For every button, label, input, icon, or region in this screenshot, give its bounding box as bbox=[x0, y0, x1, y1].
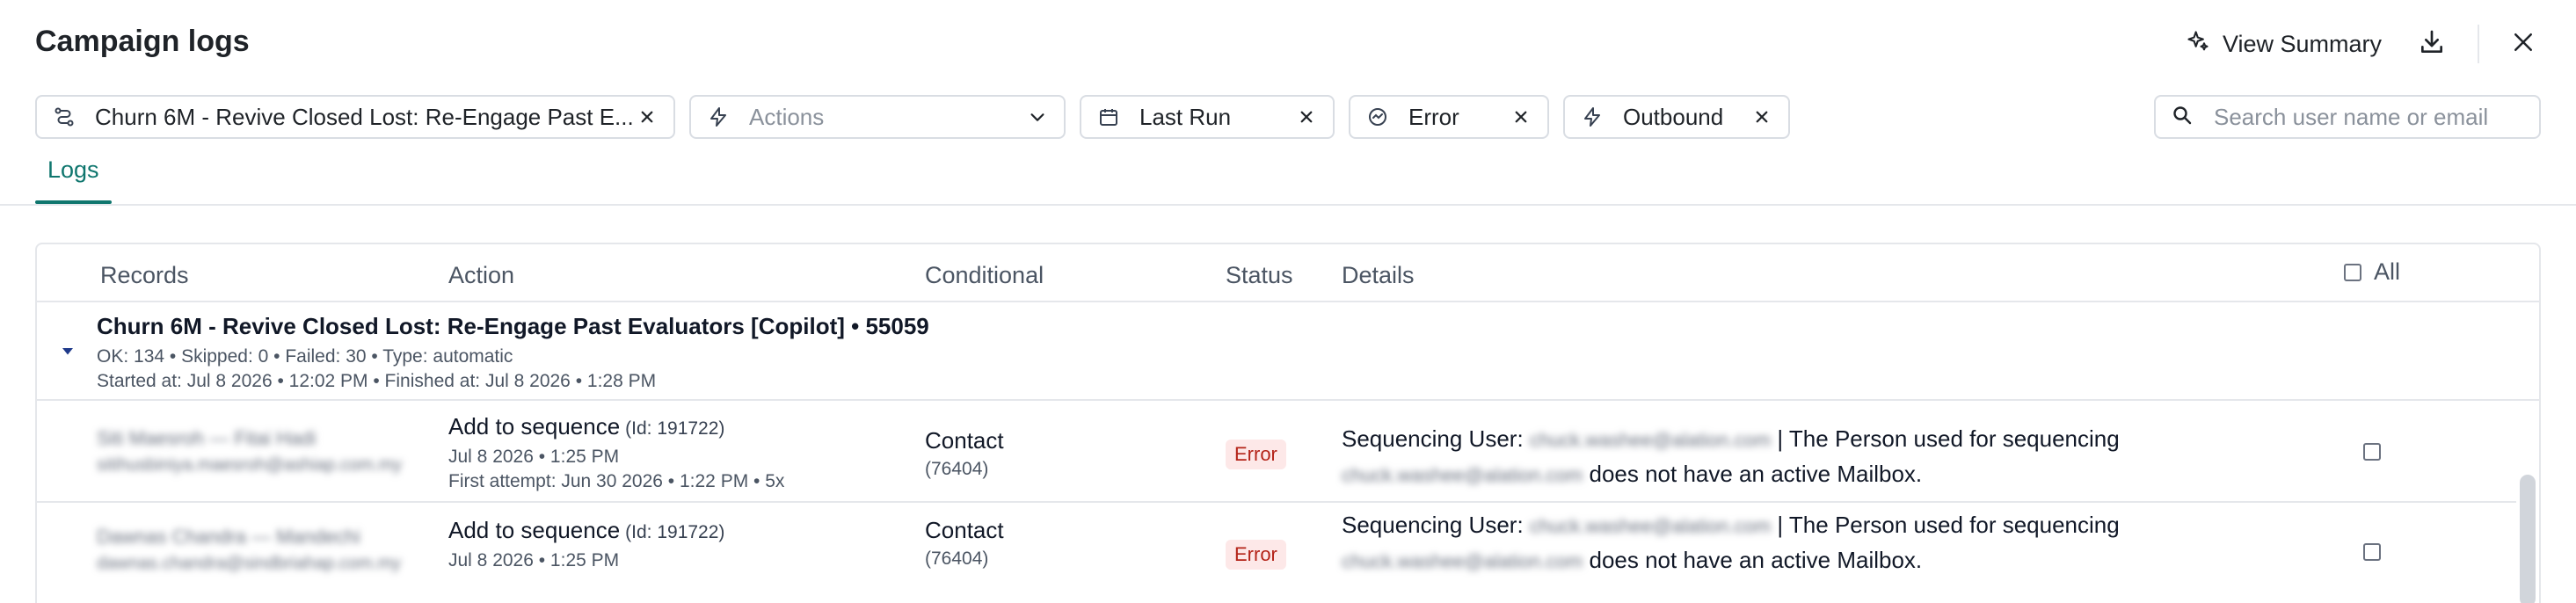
clear-run-icon[interactable] bbox=[1296, 106, 1317, 127]
actions-placeholder: Actions bbox=[749, 103, 825, 130]
action-name: Add to sequence bbox=[448, 517, 621, 543]
header-records: Records bbox=[100, 262, 189, 288]
record-email: dawnas.chandra@sindbriahap.com.my bbox=[97, 554, 402, 573]
header-divider bbox=[2478, 25, 2479, 63]
calendar-icon bbox=[1097, 105, 1120, 128]
run-filter-value: Last Run bbox=[1139, 103, 1232, 130]
status-filter-value: Error bbox=[1408, 103, 1459, 130]
table-row: Siti Maesroh — Fitai Hadi sitihusbiniya.… bbox=[37, 401, 2516, 503]
logs-table: Records Action Conditional Status Detail… bbox=[35, 243, 2541, 603]
details-mid: | The Person used for sequencing bbox=[1777, 425, 2120, 452]
modal-header: Campaign logs View Summary bbox=[0, 0, 2576, 88]
first-attempt: First attempt: Jun 30 2026 • 1:22 PM • 5… bbox=[448, 471, 785, 491]
direction-filter-value: Outbound bbox=[1623, 103, 1724, 130]
gauge-icon bbox=[1366, 105, 1389, 128]
search-input[interactable] bbox=[2214, 103, 2523, 131]
record-name: Dawnas Chandra — Mandechi bbox=[97, 526, 360, 548]
download-button[interactable] bbox=[2412, 25, 2451, 63]
header-action: Action bbox=[448, 262, 515, 288]
campaign-filter[interactable]: Churn 6M - Revive Closed Lost: Re-Engage… bbox=[35, 95, 675, 139]
details-prefix: Sequencing User: bbox=[1342, 425, 1524, 452]
action-date: Jul 8 2026 • 1:25 PM bbox=[448, 447, 620, 467]
vertical-scrollbar[interactable] bbox=[2520, 475, 2536, 603]
header-conditional: Conditional bbox=[925, 262, 1044, 288]
conditional-id: (76404) bbox=[925, 549, 989, 569]
close-icon bbox=[2510, 29, 2536, 60]
clear-status-icon[interactable] bbox=[1510, 106, 1532, 127]
sparkles-icon bbox=[2186, 29, 2210, 60]
details-text: Sequencing User: chuck.washee@alation.co… bbox=[1342, 508, 2203, 578]
conditional-id: (76404) bbox=[925, 459, 989, 479]
status-filter[interactable]: Error bbox=[1349, 95, 1549, 139]
select-all[interactable]: All bbox=[2344, 258, 2400, 286]
details-suffix: does not have an active Mailbox. bbox=[1589, 461, 1923, 487]
action-cell: Add to sequence (Id: 191722) bbox=[448, 413, 724, 440]
tab-logs[interactable]: Logs bbox=[35, 156, 112, 204]
record-email: sitihusbiniya.maesroh@ashiap.com.my bbox=[97, 455, 403, 475]
download-icon bbox=[2418, 28, 2446, 61]
caret-down-icon[interactable] bbox=[58, 341, 77, 360]
details-mid: | The Person used for sequencing bbox=[1777, 512, 2120, 538]
group-times: Started at: Jul 8 2026 • 12:02 PM • Fini… bbox=[97, 371, 657, 391]
table-row: Dawnas Chandra — Mandechi dawnas.chandra… bbox=[37, 503, 2516, 603]
tabs-divider bbox=[0, 204, 2576, 206]
conditional-type: Contact bbox=[925, 427, 1004, 454]
action-date: Jul 8 2026 • 1:25 PM bbox=[448, 550, 620, 570]
campaign-group-row: Churn 6M - Revive Closed Lost: Re-Engage… bbox=[37, 302, 2539, 401]
row-checkbox[interactable] bbox=[2363, 443, 2381, 461]
status-badge: Error bbox=[1226, 440, 1286, 469]
table-header: Records Action Conditional Status Detail… bbox=[37, 244, 2539, 302]
row-checkbox[interactable] bbox=[2363, 543, 2381, 561]
run-filter[interactable]: Last Run bbox=[1080, 95, 1335, 139]
view-summary-label: View Summary bbox=[2223, 30, 2383, 57]
page-title: Campaign logs bbox=[35, 25, 250, 58]
action-cell: Add to sequence (Id: 191722) bbox=[448, 517, 724, 544]
action-id: (Id: 191722) bbox=[625, 522, 725, 542]
search-box[interactable] bbox=[2154, 95, 2541, 139]
actions-select[interactable]: Actions bbox=[689, 95, 1066, 139]
direction-filter[interactable]: Outbound bbox=[1563, 95, 1790, 139]
details-prefix: Sequencing User: bbox=[1342, 512, 1524, 538]
status-badge: Error bbox=[1226, 540, 1286, 570]
details-user: chuck.washee@alation.com bbox=[1529, 429, 1772, 451]
action-id: (Id: 191722) bbox=[625, 418, 725, 439]
header-status: Status bbox=[1226, 262, 1293, 288]
group-title: Churn 6M - Revive Closed Lost: Re-Engage… bbox=[97, 313, 929, 339]
group-stats: OK: 134 • Skipped: 0 • Failed: 30 • Type… bbox=[97, 346, 513, 367]
select-all-label: All bbox=[2374, 258, 2401, 285]
details-suffix: does not have an active Mailbox. bbox=[1589, 547, 1923, 573]
bolt-icon bbox=[1581, 105, 1604, 128]
details-text: Sequencing User: chuck.washee@alation.co… bbox=[1342, 422, 2203, 492]
chevron-down-icon bbox=[1027, 106, 1048, 127]
conditional-type: Contact bbox=[925, 517, 1004, 543]
campaign-filter-value: Churn 6M - Revive Closed Lost: Re-Engage… bbox=[95, 103, 634, 130]
search-icon bbox=[2172, 105, 2193, 130]
header-details: Details bbox=[1342, 262, 1415, 288]
close-button[interactable] bbox=[2504, 25, 2543, 63]
select-all-checkbox[interactable] bbox=[2344, 263, 2361, 281]
details-user-2: chuck.washee@alation.com bbox=[1342, 550, 1583, 572]
clear-campaign-icon[interactable] bbox=[637, 106, 658, 127]
clear-direction-icon[interactable] bbox=[1751, 106, 1772, 127]
details-user-2: chuck.washee@alation.com bbox=[1342, 464, 1583, 486]
action-name: Add to sequence bbox=[448, 413, 621, 440]
record-name: Siti Maesroh — Fitai Hadi bbox=[97, 427, 317, 449]
bolt-icon bbox=[707, 105, 730, 128]
details-user: chuck.washee@alation.com bbox=[1529, 515, 1772, 537]
view-summary-button[interactable]: View Summary bbox=[2186, 25, 2382, 63]
route-icon bbox=[53, 105, 76, 128]
